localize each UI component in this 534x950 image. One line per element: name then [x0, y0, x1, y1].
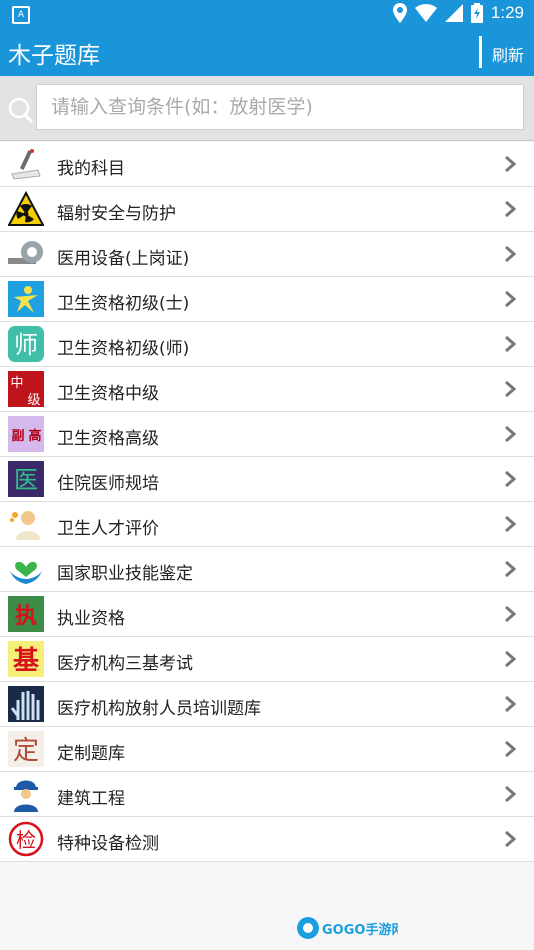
list-item-three-basics-exam[interactable]: 基 医疗机构三基考试: [0, 637, 534, 682]
item-label: 医疗机构放射人员培训题库: [57, 699, 261, 719]
chevron-right-icon: [505, 290, 516, 308]
nurse-figure-icon: [8, 281, 44, 317]
svg-text:基: 基: [13, 646, 40, 676]
doctor-avatar-icon: [10, 511, 40, 540]
item-label: 住院医师规培: [57, 474, 159, 494]
pencil-paper-icon: [11, 149, 41, 180]
list-item-talent-evaluation[interactable]: 卫生人才评价: [0, 502, 534, 547]
chevron-right-icon: [505, 605, 516, 623]
clock: 1:29: [490, 3, 524, 22]
chevron-right-icon: [505, 830, 516, 848]
ji-character-icon: 基: [8, 641, 44, 677]
list-item-construction[interactable]: 建筑工程: [0, 772, 534, 817]
battery-icon: [470, 3, 483, 23]
ding-character-icon: 定: [8, 731, 44, 767]
svg-text:检: 检: [16, 828, 36, 852]
search-bar: 请输入查询条件(如：放射医学): [0, 76, 534, 141]
item-label: 医疗机构三基考试: [57, 654, 193, 674]
cell-signal-icon: [444, 4, 463, 22]
chevron-right-icon: [505, 515, 516, 533]
item-label: 建筑工程: [57, 789, 125, 809]
chevron-right-icon: [505, 695, 516, 713]
shi-character-icon: 师: [8, 326, 44, 362]
svg-text:高: 高: [28, 428, 41, 444]
list-item-radiology-staff-training[interactable]: 医疗机构放射人员培训题库: [0, 682, 534, 727]
radiation-icon: [8, 191, 44, 226]
zhongji-badge-icon: 中 级: [8, 371, 44, 407]
item-label: 辐射安全与防护: [57, 204, 176, 224]
zhi-calligraphy-icon: 执: [8, 596, 44, 632]
chevron-right-icon: [505, 785, 516, 803]
item-label: 国家职业技能鉴定: [57, 564, 193, 584]
item-label: 卫生资格中级: [57, 384, 159, 404]
item-label: 卫生资格初级(士): [57, 294, 190, 314]
notification-icon: A: [12, 6, 30, 24]
item-label: 卫生资格高级: [57, 429, 159, 449]
list-item-custom-bank[interactable]: 定 定制题库: [0, 727, 534, 772]
chevron-right-icon: [505, 335, 516, 353]
heart-hands-icon: [10, 561, 42, 584]
chevron-right-icon: [505, 245, 516, 263]
svg-text:副: 副: [11, 429, 24, 444]
chevron-right-icon: [505, 740, 516, 758]
list-item-residency-training[interactable]: 医 住院医师规培: [0, 457, 534, 502]
chevron-right-icon: [505, 200, 516, 218]
item-label: 定制题库: [57, 744, 125, 764]
item-label: 卫生资格初级(师): [57, 339, 190, 359]
location-icon: [392, 3, 407, 23]
list-item-radiation-safety[interactable]: 辐射安全与防护: [0, 187, 534, 232]
list-item-health-intermediate[interactable]: 中 级 卫生资格中级: [0, 367, 534, 412]
xray-hand-icon: [8, 686, 44, 722]
list-item-my-subjects[interactable]: 我的科目: [0, 142, 534, 187]
svg-text:中: 中: [10, 376, 23, 391]
svg-text:医: 医: [14, 466, 38, 494]
svg-text:定: 定: [13, 736, 39, 766]
svg-text:级: 级: [27, 393, 40, 407]
svg-text:执: 执: [15, 603, 37, 629]
search-input[interactable]: 请输入查询条件(如：放射医学): [36, 84, 524, 130]
list-item-health-junior-shi[interactable]: 卫生资格初级(士): [0, 277, 534, 322]
item-label: 特种设备检测: [57, 834, 159, 854]
chevron-right-icon: [505, 155, 516, 173]
item-label: 卫生人才评价: [57, 519, 159, 539]
chevron-right-icon: [505, 380, 516, 398]
list-item-practice-qualification[interactable]: 执 执业资格: [0, 592, 534, 637]
app-bar: 木子题库 刷新: [0, 28, 534, 76]
subject-list: 我的科目 辐射安全与防护 医用设备(上岗证) 卫生资格初级(士) 师 卫生资格初…: [0, 142, 534, 862]
status-bar: A 1:29: [0, 0, 534, 28]
item-label: 我的科目: [57, 159, 125, 179]
wifi-icon: [414, 4, 437, 22]
worker-icon: [14, 780, 38, 812]
watermark-logo: GOGO手游网: [297, 917, 398, 939]
refresh-button[interactable]: 刷新: [492, 42, 524, 66]
svg-text:师: 师: [14, 331, 38, 359]
toolbar-divider: [479, 36, 482, 68]
jian-stamp-icon: 检: [8, 821, 44, 857]
list-item-vocational-skill[interactable]: 国家职业技能鉴定: [0, 547, 534, 592]
chevron-right-icon: [505, 425, 516, 443]
yi-character-icon: 医: [8, 461, 44, 497]
item-label: 执业资格: [57, 609, 125, 629]
chevron-right-icon: [505, 650, 516, 668]
list-item-health-senior[interactable]: 副 高 卫生资格高级: [0, 412, 534, 457]
watermark-text: GOGO手游网: [322, 922, 398, 938]
chevron-right-icon: [505, 560, 516, 578]
chevron-right-icon: [505, 470, 516, 488]
list-item-health-junior-shi2[interactable]: 师 卫生资格初级(师): [0, 322, 534, 367]
fugao-badge-icon: 副 高: [8, 416, 44, 452]
ct-scanner-icon: [8, 241, 43, 264]
list-item-medical-equipment[interactable]: 医用设备(上岗证): [0, 232, 534, 277]
item-label: 医用设备(上岗证): [57, 249, 190, 269]
list-item-special-equipment[interactable]: 检 特种设备检测: [0, 817, 534, 862]
search-icon[interactable]: [6, 96, 34, 124]
app-title: 木子题库: [8, 43, 100, 69]
